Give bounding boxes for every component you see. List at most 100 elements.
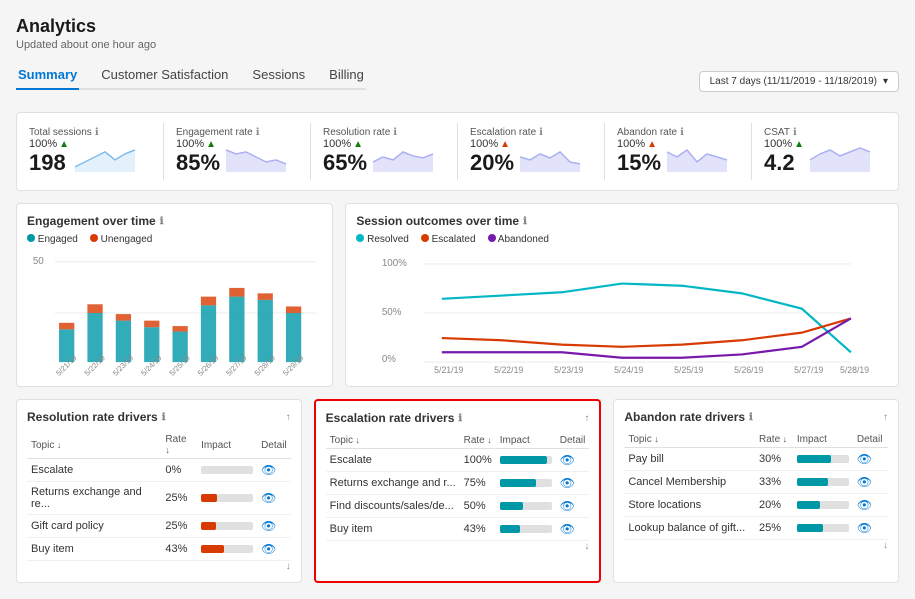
impact-cell xyxy=(793,471,853,494)
table-row: Store locations 20% 👁 xyxy=(624,494,888,517)
detail-cell[interactable]: 👁 xyxy=(853,448,888,471)
th-impact-resolution: Impact xyxy=(197,432,257,459)
rate-cell: 75% xyxy=(460,472,496,495)
kpi-csat-chart xyxy=(810,142,870,172)
up-arrow-icon-2: ▲ xyxy=(206,139,216,150)
tab-billing[interactable]: Billing xyxy=(327,61,366,90)
rate-cell: 0% xyxy=(161,459,197,482)
kpi-total-sessions-chart xyxy=(75,142,135,172)
tab-customer-satisfaction[interactable]: Customer Satisfaction xyxy=(99,61,230,90)
info-icon-9: ℹ xyxy=(162,412,166,423)
info-icon-8: ℹ xyxy=(523,216,527,227)
kpi-engagement-chart xyxy=(226,142,286,172)
rate-cell: 43% xyxy=(161,538,197,561)
svg-text:5/21/19: 5/21/19 xyxy=(435,365,464,375)
kpi-total-sessions-value: 198 xyxy=(29,150,69,176)
detail-cell[interactable]: 👁 xyxy=(257,515,291,538)
th-rate-abandon[interactable]: Rate xyxy=(755,432,793,448)
up-arrow-icon-3: ▲ xyxy=(353,139,363,150)
svg-text:100%: 100% xyxy=(382,258,407,269)
kpi-engagement-rate-value: 85% xyxy=(176,150,220,176)
svg-text:5/26/19: 5/26/19 xyxy=(735,365,764,375)
detail-cell[interactable]: 👁 xyxy=(853,494,888,517)
th-rate-resolution[interactable]: Rate xyxy=(161,432,197,459)
impact-cell xyxy=(496,449,556,472)
rate-cell: 50% xyxy=(460,495,496,518)
table-row: Cancel Membership 33% 👁 xyxy=(624,471,888,494)
info-icon-3: ℹ xyxy=(393,127,397,138)
table-row: Gift card policy 25% 👁 xyxy=(27,515,291,538)
kpi-total-sessions: Total sessions ℹ 100% ▲ 198 xyxy=(17,123,164,180)
scroll-indicator-3: ↓ xyxy=(624,540,888,551)
info-icon-4: ℹ xyxy=(539,127,543,138)
info-icon-6: ℹ xyxy=(793,127,797,138)
topic-cell: Returns exchange and r... xyxy=(326,472,460,495)
info-icon-7: ℹ xyxy=(160,216,164,227)
date-range-label: Last 7 days (11/11/2019 - 11/18/2019) xyxy=(710,76,877,87)
th-topic-resolution[interactable]: Topic xyxy=(27,432,161,459)
table-row: Pay bill 30% 👁 xyxy=(624,448,888,471)
table-row: Escalate 100% 👁 xyxy=(326,449,590,472)
svg-text:5/22/19: 5/22/19 xyxy=(495,365,524,375)
th-topic-abandon[interactable]: Topic xyxy=(624,432,755,448)
tab-summary[interactable]: Summary xyxy=(16,61,79,90)
abandon-drivers-title: Abandon rate drivers ℹ ↑ xyxy=(624,410,888,424)
impact-cell xyxy=(197,538,257,561)
page-title: Analytics xyxy=(16,16,899,37)
up-arrow-orange-icon: ▲ xyxy=(500,139,510,150)
info-icon-5: ℹ xyxy=(680,127,684,138)
kpi-resolution-chart xyxy=(373,142,433,172)
th-detail-escalation: Detail xyxy=(556,433,590,449)
kpi-total-sessions-percent: 100% ▲ xyxy=(29,138,69,150)
session-outcomes-title: Session outcomes over time ℹ xyxy=(356,214,888,228)
impact-cell xyxy=(496,472,556,495)
topic-cell: Buy item xyxy=(27,538,161,561)
detail-cell[interactable]: 👁 xyxy=(257,538,291,561)
impact-cell xyxy=(793,494,853,517)
topic-cell: Escalate xyxy=(27,459,161,482)
impact-cell xyxy=(496,518,556,541)
kpi-resolution-rate-value: 65% xyxy=(323,150,367,176)
session-outcomes-line-chart: 100% 50% 0% 5/21/19 5/22/19 5/23/19 5/24… xyxy=(356,253,888,373)
rate-cell: 25% xyxy=(161,515,197,538)
table-row: Find discounts/sales/de... 50% 👁 xyxy=(326,495,590,518)
table-row: Buy item 43% 👁 xyxy=(27,538,291,561)
nav-tabs: Summary Customer Satisfaction Sessions B… xyxy=(16,61,366,90)
svg-text:5/23/19: 5/23/19 xyxy=(555,365,584,375)
chevron-down-icon: ▾ xyxy=(883,76,888,87)
detail-cell[interactable]: 👁 xyxy=(853,517,888,540)
impact-cell xyxy=(197,459,257,482)
kpi-abandon-rate: Abandon rate ℹ 100% ▲ 15% xyxy=(605,123,752,180)
topic-cell: Lookup balance of gift... xyxy=(624,517,755,540)
detail-cell[interactable]: 👁 xyxy=(556,472,590,495)
detail-cell[interactable]: 👁 xyxy=(257,459,291,482)
topic-cell: Pay bill xyxy=(624,448,755,471)
rate-cell: 20% xyxy=(755,494,793,517)
up-arrow-icon-4: ▲ xyxy=(794,139,804,150)
detail-cell[interactable]: 👁 xyxy=(257,482,291,515)
detail-cell[interactable]: 👁 xyxy=(556,495,590,518)
resolution-drivers-card: Resolution rate drivers ℹ ↑ Topic Rate I… xyxy=(16,399,302,583)
rate-cell: 43% xyxy=(460,518,496,541)
kpi-resolution-rate-percent: 100% ▲ xyxy=(323,138,367,150)
svg-text:50%: 50% xyxy=(382,307,402,318)
detail-cell[interactable]: 👁 xyxy=(556,449,590,472)
th-topic-escalation[interactable]: Topic xyxy=(326,433,460,449)
kpi-escalation-chart xyxy=(520,142,580,172)
detail-cell[interactable]: 👁 xyxy=(853,471,888,494)
detail-cell[interactable]: 👁 xyxy=(556,518,590,541)
kpi-csat-label: CSAT xyxy=(764,127,790,138)
kpi-engagement-rate-label: Engagement rate xyxy=(176,127,253,138)
th-rate-escalation[interactable]: Rate xyxy=(460,433,496,449)
kpi-escalation-rate-value: 20% xyxy=(470,150,514,176)
svg-text:50: 50 xyxy=(33,256,44,267)
date-range-picker[interactable]: Last 7 days (11/11/2019 - 11/18/2019) ▾ xyxy=(699,71,899,92)
info-icon-2: ℹ xyxy=(256,127,260,138)
escalation-drivers-title: Escalation rate drivers ℹ ↑ xyxy=(326,411,590,425)
svg-text:5/24/19: 5/24/19 xyxy=(615,365,644,375)
topic-cell: Escalate xyxy=(326,449,460,472)
tab-sessions[interactable]: Sessions xyxy=(250,61,307,90)
kpi-abandon-rate-value: 15% xyxy=(617,150,661,176)
rate-cell: 100% xyxy=(460,449,496,472)
session-outcomes-legend: Resolved Escalated Abandoned xyxy=(356,234,888,245)
